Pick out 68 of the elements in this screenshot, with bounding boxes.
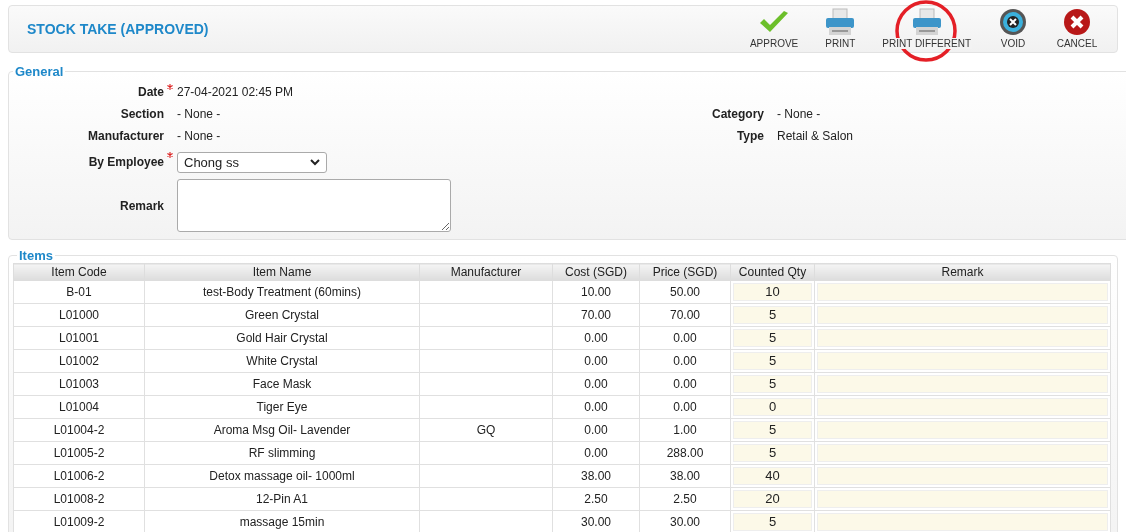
table-cell: L01005-2: [13, 441, 145, 465]
field-label: Type: [735, 129, 764, 143]
table-cell: 12-Pin A1: [144, 487, 420, 511]
close-icon: [1063, 8, 1091, 36]
field-value: - None -: [177, 107, 221, 121]
table-cell: L01009-2: [13, 510, 145, 532]
table-cell: Detox massage oil- 1000ml: [144, 464, 420, 488]
qty-field[interactable]: 20: [733, 490, 812, 508]
printer-icon: [910, 8, 943, 36]
table-cell: L01004: [13, 395, 145, 419]
qty-field[interactable]: 5: [733, 421, 812, 439]
field-label: Date: [137, 85, 164, 99]
qty-field[interactable]: 5: [733, 375, 812, 393]
qty-field[interactable]: 5: [733, 444, 812, 462]
field-label: Category: [711, 107, 764, 121]
qty-field[interactable]: 5: [733, 513, 812, 531]
toolbar-button[interactable]: VOID: [986, 6, 1040, 52]
column-header: Price (SGD): [639, 263, 731, 281]
field-value: 27-04-2021 02:45 PM: [177, 85, 294, 99]
table-cell: RF slimming: [144, 441, 420, 465]
printer-icon: [824, 8, 857, 36]
table-cell: test-Body Treatment (60mins): [144, 280, 420, 304]
table-cell: L01008-2: [13, 487, 145, 511]
void-icon: [999, 8, 1027, 36]
table-cell: B-01: [13, 280, 145, 304]
field-label: By Employee: [87, 155, 164, 169]
page-title: STOCK TAKE (APPROVED): [27, 21, 209, 37]
table-cell: L01004-2: [13, 418, 145, 442]
table-cell: Green Crystal: [144, 303, 420, 327]
table-cell: Face Mask: [144, 372, 420, 396]
field-value: Retail & Salon: [777, 129, 854, 143]
qty-field[interactable]: 40: [733, 467, 812, 485]
table-cell: L01003: [13, 372, 145, 396]
column-header: Remark: [814, 263, 1111, 281]
toolbar-button[interactable]: CANCEL: [1050, 6, 1104, 52]
remark-field[interactable]: [177, 179, 451, 232]
field-value: - None -: [177, 129, 221, 143]
field-value: - None -: [777, 107, 821, 121]
qty-field[interactable]: 5: [733, 329, 812, 347]
field-label: Manufacturer: [87, 129, 164, 143]
qty-field[interactable]: 5: [733, 352, 812, 370]
table-cell: L01002: [13, 349, 145, 373]
qty-field[interactable]: 10: [733, 283, 812, 301]
table-cell: Tiger Eye: [144, 395, 420, 419]
column-header: Counted Qty: [730, 263, 815, 281]
toolbar-button[interactable]: APPROVE: [744, 6, 804, 52]
column-header: Cost (SGD): [552, 263, 640, 281]
table-cell: L01001: [13, 326, 145, 350]
qty-field[interactable]: 0: [733, 398, 812, 416]
table-cell: White Crystal: [144, 349, 420, 373]
column-header: Item Name: [144, 263, 420, 281]
toolbar-button[interactable]: PRINT: [813, 6, 868, 52]
column-header: Item Code: [13, 263, 145, 281]
table-cell: massage 15min: [144, 510, 420, 532]
table-cell: L01000: [13, 303, 145, 327]
section-legend: Items: [17, 248, 55, 263]
table-cell: L01006-2: [13, 464, 145, 488]
field-label: Remark: [118, 198, 164, 213]
table-cell: GQ: [419, 418, 553, 442]
qty-field[interactable]: 5: [733, 306, 812, 324]
table-cell: Aroma Msg Oil- Lavender: [144, 418, 420, 442]
chevron-down-icon: [310, 158, 320, 166]
employee-select[interactable]: Chong ss: [177, 151, 327, 173]
table-cell: Gold Hair Crystal: [144, 326, 420, 350]
field-label: Section: [119, 107, 164, 121]
section-legend: General: [13, 64, 66, 79]
column-header: Manufacturer: [419, 263, 553, 281]
toolbar-button[interactable]: PRINT DIFFERENT: [877, 6, 976, 52]
